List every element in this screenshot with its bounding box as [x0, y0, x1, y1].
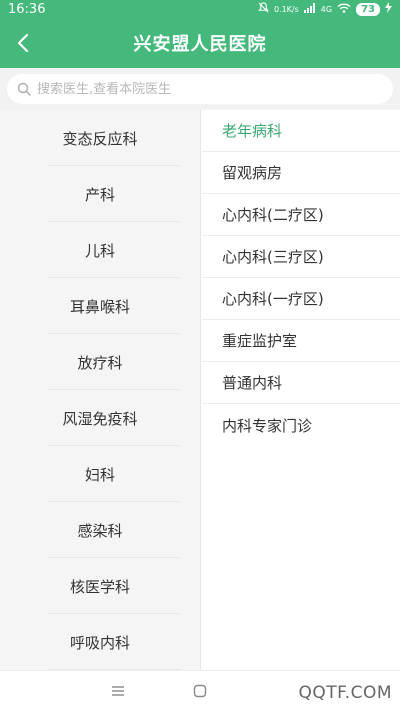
- network-speed: 0.1K/s: [273, 4, 299, 14]
- back-button[interactable]: [8, 18, 38, 68]
- app-header: 兴安盟人民医院: [0, 18, 400, 68]
- chevron-left-icon: [17, 33, 29, 53]
- menu-button[interactable]: [98, 671, 138, 710]
- department-item[interactable]: 耳鼻喉科: [0, 278, 200, 334]
- home-icon: [193, 684, 207, 698]
- mute-icon: [258, 2, 269, 16]
- sub-department-item[interactable]: 重症监护室: [202, 320, 400, 362]
- sub-department-item[interactable]: 心内科(二疗区): [202, 194, 400, 236]
- sub-department-item-active[interactable]: 老年病科: [202, 110, 400, 152]
- home-button[interactable]: [180, 671, 220, 710]
- department-item[interactable]: 核医学科: [0, 558, 200, 614]
- system-nav-bar: QQTF.COM: [0, 670, 400, 710]
- department-item[interactable]: 产科: [0, 166, 200, 222]
- sub-department-item[interactable]: 心内科(三疗区): [202, 236, 400, 278]
- sub-department-item[interactable]: 普通内科: [202, 362, 400, 404]
- sub-department-item[interactable]: 留观病房: [202, 152, 400, 194]
- department-list: 变态反应科 产科 儿科 耳鼻喉科 放疗科 风湿免疫科 妇科 感染科 核医学科 呼…: [0, 110, 201, 670]
- charging-icon: [385, 2, 392, 16]
- status-icons: 0.1K/s 4G 73: [258, 2, 392, 16]
- sub-department-item[interactable]: 内科专家门诊: [202, 404, 400, 446]
- department-item[interactable]: 妇科: [0, 446, 200, 502]
- search-box[interactable]: [7, 74, 393, 104]
- wifi-icon: [337, 3, 351, 16]
- sub-department-list: 老年病科 留观病房 心内科(二疗区) 心内科(三疗区) 心内科(一疗区) 重症监…: [202, 110, 400, 670]
- department-item[interactable]: 风湿免疫科: [0, 390, 200, 446]
- menu-icon: [112, 686, 124, 696]
- department-item[interactable]: 儿科: [0, 222, 200, 278]
- signal-icon: [303, 2, 316, 16]
- department-item[interactable]: 呼吸内科: [0, 614, 200, 670]
- search-input[interactable]: [37, 81, 367, 97]
- signal-type: 4G: [320, 4, 333, 14]
- status-time: 16:36: [8, 1, 46, 17]
- status-bar: 16:36 0.1K/s 4G 73: [0, 0, 400, 18]
- sub-department-item[interactable]: 心内科(一疗区): [202, 278, 400, 320]
- department-item[interactable]: 放疗科: [0, 334, 200, 390]
- watermark: QQTF.COM: [298, 683, 392, 703]
- battery-icon: 73: [356, 2, 380, 16]
- search-bar: [0, 68, 400, 110]
- department-item[interactable]: 变态反应科: [0, 110, 200, 166]
- department-item[interactable]: 感染科: [0, 502, 200, 558]
- search-icon: [17, 82, 31, 96]
- page-title: 兴安盟人民医院: [133, 34, 267, 55]
